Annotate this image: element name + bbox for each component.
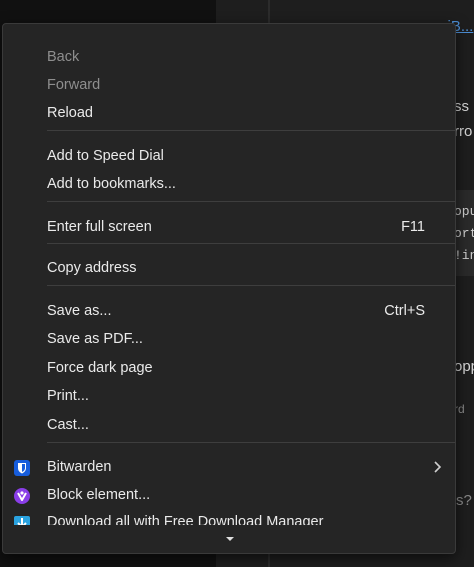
menu-item-label: Print... xyxy=(47,388,89,404)
menu-item-label: Reload xyxy=(47,105,93,121)
menu-item-reload[interactable]: Reload xyxy=(3,99,455,127)
background-code-fragment: !in xyxy=(454,248,474,263)
menu-separator xyxy=(47,130,455,131)
background-text-fragment: opp xyxy=(454,358,474,375)
block-element-icon xyxy=(14,488,30,504)
menu-item-label: Save as PDF... xyxy=(47,331,143,347)
menu-item-download-all[interactable]: Download all with Free Download Manager xyxy=(3,511,455,525)
menu-separator xyxy=(47,285,455,286)
menu-item-copy-address[interactable]: Copy address xyxy=(3,254,455,282)
menu-item-block-element[interactable]: Block element... xyxy=(3,481,455,509)
menu-item-label: Enter full screen xyxy=(47,219,152,235)
bitwarden-shield-icon xyxy=(14,460,30,476)
menu-item-label: Copy address xyxy=(47,260,137,276)
menu-item-label: Cast... xyxy=(47,417,89,433)
menu-item-save-as-pdf[interactable]: Save as PDF... xyxy=(3,325,455,353)
menu-item-label: Back xyxy=(47,49,80,65)
menu-item-print[interactable]: Print... xyxy=(3,382,455,410)
background-text-fragment: ss xyxy=(454,98,469,115)
menu-item-add-speed-dial[interactable]: Add to Speed Dial xyxy=(3,142,455,170)
menu-item-label: Save as... xyxy=(47,303,112,319)
context-menu: Back Forward Reload Add to Speed Dial Ad… xyxy=(2,23,456,554)
menu-separator xyxy=(47,442,455,443)
chevron-down-icon[interactable] xyxy=(223,534,237,544)
menu-item-shortcut: Ctrl+S xyxy=(384,303,425,319)
menu-item-label: Download all with Free Download Manager xyxy=(47,514,324,525)
menu-item-label: Block element... xyxy=(47,487,151,503)
free-download-manager-icon xyxy=(14,516,30,525)
menu-item-bitwarden[interactable]: Bitwarden xyxy=(3,453,455,481)
menu-item-add-bookmarks[interactable]: Add to bookmarks... xyxy=(3,170,455,198)
menu-item-cast[interactable]: Cast... xyxy=(3,411,455,439)
background-text-fragment: rro xyxy=(454,123,473,140)
menu-item-back[interactable]: Back xyxy=(3,43,455,71)
menu-item-label: Force dark page xyxy=(47,360,153,376)
menu-item-force-dark-page[interactable]: Force dark page xyxy=(3,354,455,382)
menu-item-label: Add to bookmarks... xyxy=(47,176,176,192)
menu-item-shortcut: F11 xyxy=(401,219,425,235)
background-text-fragment: s? xyxy=(456,492,472,509)
background-code-fragment: opu xyxy=(454,204,474,219)
chevron-right-icon xyxy=(434,461,442,473)
menu-separator xyxy=(47,243,455,244)
menu-item-full-screen[interactable]: Enter full screen F11 xyxy=(3,213,455,241)
menu-item-forward[interactable]: Forward xyxy=(3,71,455,99)
menu-item-save-as[interactable]: Save as... Ctrl+S xyxy=(3,297,455,325)
menu-item-label: Forward xyxy=(47,77,101,93)
menu-separator xyxy=(47,201,455,202)
menu-item-label: Bitwarden xyxy=(47,459,112,475)
background-code-fragment: ort xyxy=(454,226,474,241)
menu-item-label: Add to Speed Dial xyxy=(47,148,164,164)
